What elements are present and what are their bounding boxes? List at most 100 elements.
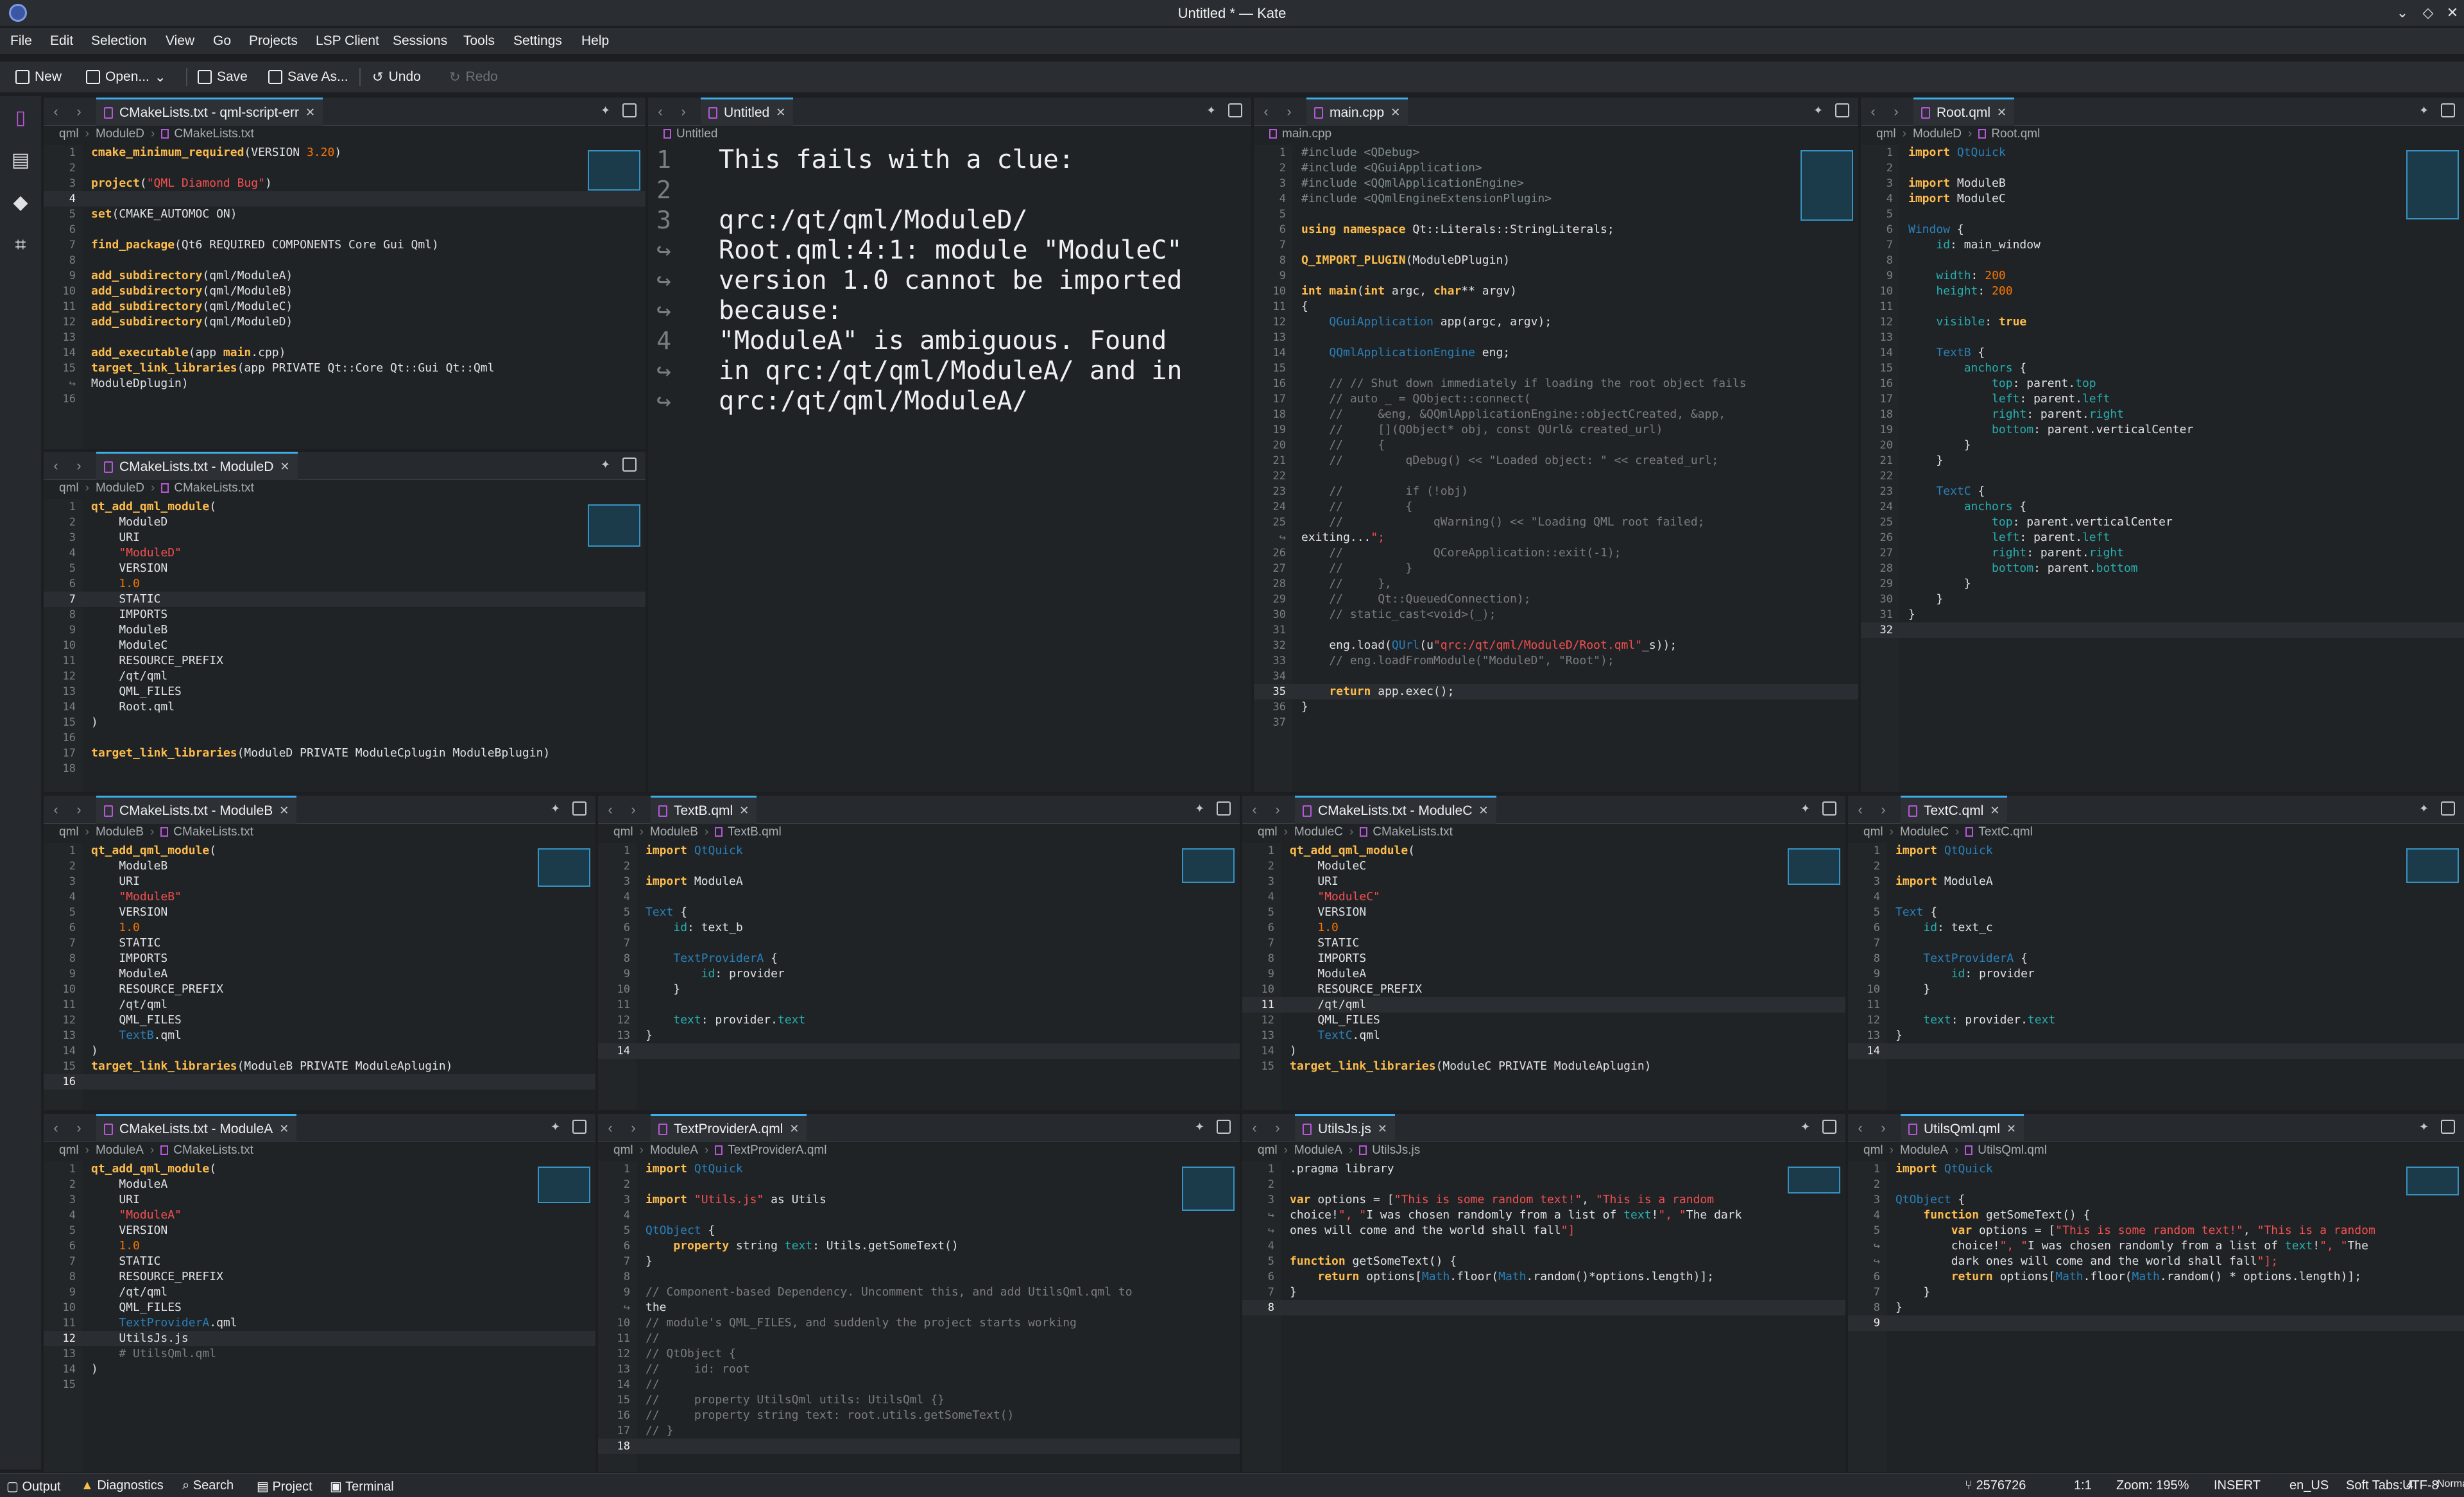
close-tab-icon[interactable]: ✕	[1378, 1122, 1387, 1136]
pin-icon[interactable]: ✦	[601, 104, 610, 117]
redo-button[interactable]: ↻ Redo	[449, 67, 498, 87]
back-icon[interactable]: ‹	[47, 103, 64, 121]
forward-icon[interactable]: ›	[675, 103, 692, 121]
document-tab[interactable]: TextProviderA.qml ✕	[651, 1114, 807, 1142]
pin-icon[interactable]: ✦	[1813, 104, 1823, 117]
close-tab-icon[interactable]: ✕	[280, 460, 289, 474]
forward-icon[interactable]: ›	[1269, 801, 1286, 819]
git-branch[interactable]: ⑂ 2576726	[1965, 1478, 2026, 1493]
close-tab-icon[interactable]: ✕	[2006, 1122, 2016, 1136]
forward-icon[interactable]: ›	[71, 457, 87, 475]
filesystem-icon[interactable]: ▤	[8, 148, 33, 173]
breadcrumb-item[interactable]: qml	[59, 481, 79, 495]
document-tab[interactable]: CMakeLists.txt - ModuleD ✕	[96, 452, 298, 480]
split-view-icon[interactable]	[1822, 801, 1836, 816]
breadcrumb-item[interactable]: ModuleA	[1294, 1143, 1342, 1157]
document-tab[interactable]: CMakeLists.txt - ModuleA ✕	[96, 1114, 297, 1142]
pin-icon[interactable]: ✦	[1801, 802, 1810, 816]
pin-icon[interactable]: ✦	[1195, 1120, 1204, 1134]
code-editor[interactable]: 1 qt_add_qml_module(2 ModuleD 3 URI 4 "Modu…	[44, 499, 646, 792]
output-tab[interactable]: ▢ Output	[6, 1478, 61, 1494]
forward-icon[interactable]: ›	[1269, 1119, 1286, 1137]
document-tab[interactable]: Untitled ✕	[701, 98, 794, 126]
search-tab[interactable]: ⌕ Search	[182, 1478, 234, 1493]
breadcrumb-item[interactable]: qml	[59, 1143, 79, 1157]
git-icon[interactable]: ◆	[8, 190, 33, 216]
code-editor[interactable]: 1 #include <QDebug> 2 #include <QGuiApplica…	[1254, 145, 1858, 792]
document-tab[interactable]: TextC.qml ✕	[1901, 796, 2008, 824]
split-view-icon[interactable]	[2441, 103, 2455, 117]
document-tab[interactable]: TextB.qml ✕	[651, 796, 757, 824]
document-tab[interactable]: CMakeLists.txt - ModuleC ✕	[1295, 796, 1496, 824]
breadcrumb-item[interactable]: TextProviderA.qml	[728, 1143, 826, 1157]
symbols-icon[interactable]: ⌗	[8, 232, 33, 258]
close-tab-icon[interactable]: ✕	[739, 804, 749, 817]
code-editor[interactable]: 1 This fails with a clue: 2 3 qrc:/qt/qml/Mo…	[648, 145, 1251, 792]
breadcrumb-item[interactable]: UtilsQml.qml	[1978, 1143, 2047, 1157]
terminal-tab[interactable]: ▣ Terminal	[330, 1478, 394, 1494]
breadcrumb-item[interactable]: qml	[1258, 825, 1278, 839]
menu-sessions[interactable]: Sessions	[393, 33, 447, 49]
breadcrumb-item[interactable]: CMakeLists.txt	[173, 1143, 253, 1157]
document-tab[interactable]: CMakeLists.txt - qml-script-err ✕	[96, 98, 323, 126]
pin-icon[interactable]: ✦	[601, 458, 610, 472]
forward-icon[interactable]: ›	[625, 1119, 642, 1137]
breadcrumb-item[interactable]: ModuleA	[96, 1143, 144, 1157]
breadcrumb-item[interactable]: qml	[1863, 825, 1883, 839]
maximize-icon[interactable]: ◇	[2419, 4, 2437, 22]
split-view-icon[interactable]	[1835, 103, 1849, 117]
document-tab[interactable]: main.cpp ✕	[1306, 98, 1408, 126]
breadcrumb-item[interactable]: qml	[59, 825, 79, 839]
line-ending-mode[interactable]: Normal	[2437, 1478, 2464, 1490]
pin-icon[interactable]: ✦	[1801, 1120, 1810, 1134]
forward-icon[interactable]: ›	[1875, 1119, 1892, 1137]
pin-icon[interactable]: ✦	[1206, 104, 1216, 117]
menu-view[interactable]: View	[166, 33, 194, 49]
breadcrumb-item[interactable]: qml	[59, 127, 79, 141]
breadcrumb-item[interactable]: Root.qml	[1991, 127, 2040, 141]
minimize-icon[interactable]: ⌄	[2393, 4, 2411, 22]
forward-icon[interactable]: ›	[625, 801, 642, 819]
chevron-down-icon[interactable]: ⌄	[155, 69, 166, 85]
close-tab-icon[interactable]: ✕	[305, 106, 315, 119]
save-button[interactable]: Save	[198, 67, 248, 87]
pin-icon[interactable]: ✦	[551, 1120, 560, 1134]
document-tab[interactable]: Root.qml ✕	[1913, 98, 2015, 126]
back-icon[interactable]: ‹	[602, 1119, 619, 1137]
pin-icon[interactable]: ✦	[2419, 802, 2429, 816]
breadcrumb-item[interactable]: ModuleB	[96, 825, 144, 839]
back-icon[interactable]: ‹	[1852, 801, 1869, 819]
pin-icon[interactable]: ✦	[1195, 802, 1204, 816]
close-tab-icon[interactable]: ✕	[776, 106, 785, 119]
breadcrumb-item[interactable]: ModuleC	[1900, 825, 1949, 839]
document-tab[interactable]: UtilsJs.js ✕	[1295, 1114, 1395, 1142]
save-as-button[interactable]: Save As...	[268, 67, 348, 87]
code-editor[interactable]: 1 qt_add_qml_module(2 ModuleB 3 URI 4 "Modu…	[44, 843, 595, 1110]
split-view-icon[interactable]	[2441, 1120, 2455, 1134]
project-tab[interactable]: ▤ Project	[257, 1478, 312, 1494]
code-editor[interactable]: 1 import QtQuick 2 3 import ModuleA 4 5 Text {6…	[598, 843, 1240, 1110]
document-tab[interactable]: UtilsQml.qml ✕	[1901, 1114, 2024, 1142]
documents-icon[interactable]: ▯	[8, 105, 33, 131]
forward-icon[interactable]: ›	[71, 801, 87, 819]
document-tab[interactable]: CMakeLists.txt - ModuleB ✕	[96, 796, 297, 824]
breadcrumb-item[interactable]: qml	[1258, 1143, 1278, 1157]
split-view-icon[interactable]	[1217, 801, 1231, 816]
close-tab-icon[interactable]: ✕	[1990, 804, 1999, 817]
forward-icon[interactable]: ›	[1875, 801, 1892, 819]
forward-icon[interactable]: ›	[1888, 103, 1904, 121]
back-icon[interactable]: ‹	[1246, 1119, 1263, 1137]
code-editor[interactable]: 1 import QtQuick 2 3 QtObject {4 function ge…	[1848, 1161, 2464, 1472]
menu-lsp-client[interactable]: LSP Client	[316, 33, 379, 49]
code-editor[interactable]: 1 qt_add_qml_module(2 ModuleA 3 URI 4 "Modu…	[44, 1161, 595, 1472]
breadcrumb-item[interactable]: main.cpp	[1282, 127, 1331, 141]
open-button[interactable]: Open... ⌄	[86, 67, 166, 87]
cursor-position[interactable]: 1:1	[2074, 1478, 2092, 1493]
back-icon[interactable]: ‹	[47, 1119, 64, 1137]
breadcrumb-item[interactable]: CMakeLists.txt	[174, 127, 254, 141]
breadcrumb-item[interactable]: UtilsJs.js	[1372, 1143, 1420, 1157]
code-editor[interactable]: 1 import QtQuick 2 3 import "Utils.js" as Ut…	[598, 1161, 1240, 1472]
new-button[interactable]: New	[15, 67, 62, 87]
breadcrumb-item[interactable]: TextC.qml	[1978, 825, 2032, 839]
breadcrumb-item[interactable]: CMakeLists.txt	[173, 825, 253, 839]
